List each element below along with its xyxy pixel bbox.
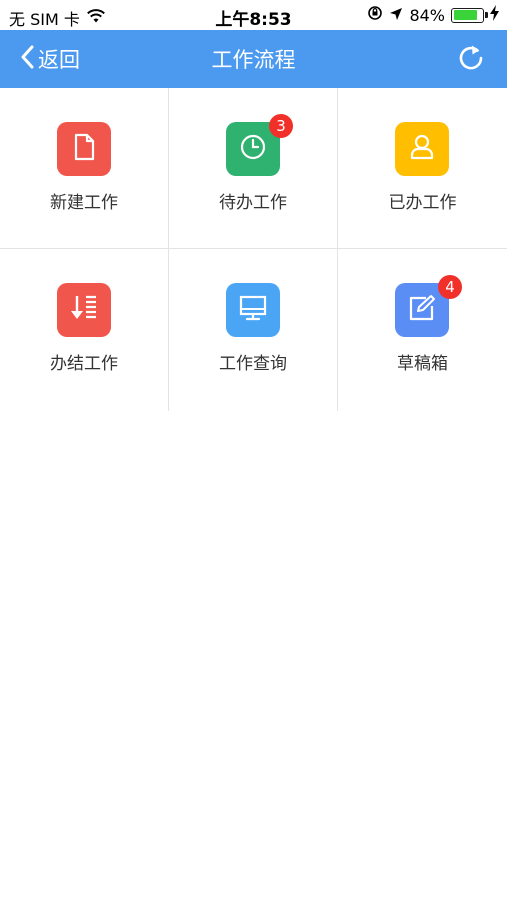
location-icon [389,6,403,25]
refresh-icon[interactable] [455,42,487,74]
edit-icon [406,292,438,328]
monitor-icon [237,292,269,328]
grid-item-label: 办结工作 [50,354,118,374]
battery-percent: 84% [409,5,445,25]
charging-icon [490,5,499,25]
pending-count-badge: 3 [269,114,293,138]
rotation-lock-icon [367,5,383,25]
empty-content-area [0,412,507,900]
download-list-icon [68,292,100,328]
battery-fill [453,10,478,20]
battery-icon [451,7,488,23]
status-bar: 无 SIM 卡 上午8:53 84% [0,0,507,30]
document-icon [68,131,100,167]
drafts-count-badge: 4 [438,275,462,299]
grid-item-label: 待办工作 [219,193,287,213]
closed-work-tile [57,283,111,337]
done-work-tile [395,122,449,176]
grid-item-drafts[interactable]: 4 草稿箱 [338,249,507,411]
grid-item-new-work[interactable]: 新建工作 [0,88,169,249]
nav-bar: 返回 工作流程 [0,30,507,88]
status-right: 84% [367,5,499,25]
grid-item-closed-work[interactable]: 办结工作 [0,249,169,411]
workflow-grid: 新建工作 3 待办工作 已办工作 办结工作 工作查询 4 草稿箱 [0,88,507,411]
grid-item-work-query[interactable]: 工作查询 [169,249,338,411]
grid-item-label: 新建工作 [50,193,118,213]
new-work-tile [57,122,111,176]
person-icon [406,131,438,167]
grid-item-label: 草稿箱 [397,354,448,374]
work-query-tile [226,283,280,337]
grid-item-done-work[interactable]: 已办工作 [338,88,507,249]
grid-item-label: 已办工作 [388,193,457,213]
battery-tip [485,12,488,18]
grid-item-pending-work[interactable]: 3 待办工作 [169,88,338,249]
page-title: 工作流程 [211,48,296,72]
clock-icon [237,131,269,167]
grid-item-label: 工作查询 [219,354,287,374]
